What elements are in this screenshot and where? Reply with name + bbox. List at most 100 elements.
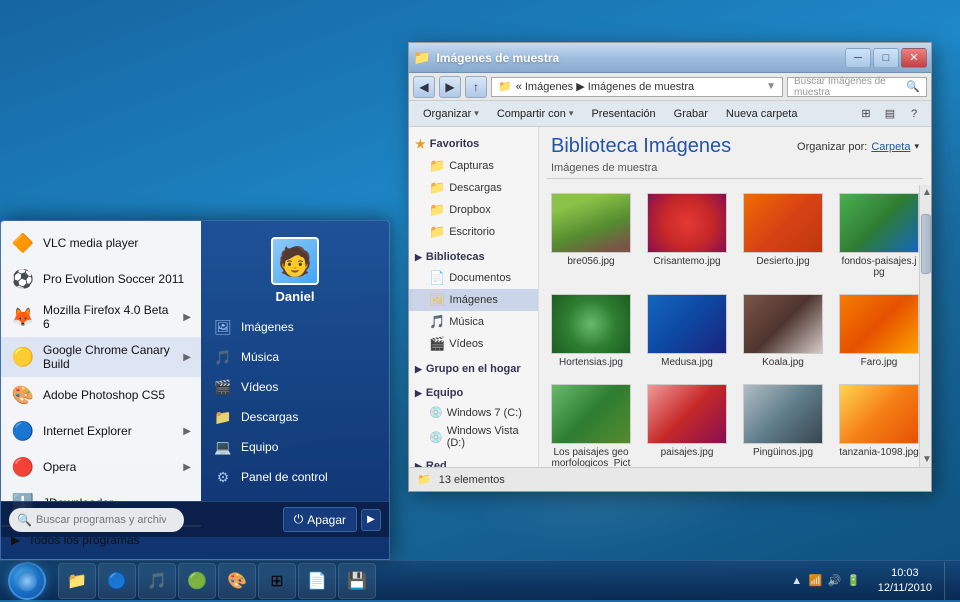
taskbar-item-media[interactable]: 🎵 bbox=[138, 563, 176, 599]
image-name: Medusa.jpg bbox=[661, 357, 713, 368]
tray-volume-icon[interactable]: 🔊 bbox=[827, 573, 843, 589]
new-folder-button[interactable]: Nueva carpeta bbox=[718, 106, 806, 122]
up-button[interactable]: ↑ bbox=[465, 76, 487, 98]
nav-item-capturas[interactable]: 📁 Capturas bbox=[409, 155, 538, 177]
start-menu-top: 🔶 VLC media player ⚽ Pro Evolution Socce… bbox=[1, 221, 389, 501]
smi-chrome[interactable]: 🟡 Google Chrome Canary Build ▶ bbox=[1, 337, 201, 377]
opera-icon: 🔴 bbox=[11, 455, 35, 479]
right-videos[interactable]: 🎬 Vídeos bbox=[201, 372, 389, 402]
search-icon: 🔍 bbox=[17, 513, 32, 527]
image-name: fondos-paisajes.jpg bbox=[839, 256, 919, 278]
image-thumb bbox=[743, 384, 823, 444]
start-button[interactable] bbox=[0, 561, 54, 601]
taskbar-item-spotify[interactable]: 🟢 bbox=[178, 563, 216, 599]
search-input[interactable] bbox=[36, 514, 166, 526]
library-title: Biblioteca Imágenes bbox=[551, 135, 731, 158]
smi-photoshop[interactable]: 🎨 Adobe Photoshop CS5 bbox=[1, 377, 201, 413]
tray-arrow-icon[interactable]: ▲ bbox=[789, 573, 805, 589]
user-avatar[interactable]: 🧑 bbox=[271, 237, 319, 285]
image-item-5[interactable]: Medusa.jpg bbox=[643, 290, 731, 372]
close-button[interactable]: ✕ bbox=[901, 48, 927, 68]
help-button[interactable]: ? bbox=[903, 104, 925, 124]
power-button[interactable]: ⏻ Apagar bbox=[283, 507, 357, 532]
power-arrow-button[interactable]: ▶ bbox=[361, 509, 381, 531]
image-item-4[interactable]: Hortensias.jpg bbox=[547, 290, 635, 372]
nav-item-escritorio[interactable]: 📁 Escritorio bbox=[409, 221, 538, 243]
image-item-10[interactable]: Pingüinos.jpg bbox=[739, 380, 827, 467]
grid-icon: ⊞ bbox=[267, 571, 287, 591]
record-button[interactable]: Grabar bbox=[666, 106, 716, 122]
organize-by-link[interactable]: Carpeta bbox=[871, 141, 910, 153]
taskbar-item-grid[interactable]: ⊞ bbox=[258, 563, 296, 599]
nav-item-win7[interactable]: 💿 Windows 7 (C:) bbox=[409, 403, 538, 422]
image-item-2[interactable]: Desierto.jpg bbox=[739, 189, 827, 282]
favorites-section[interactable]: ★ Favoritos bbox=[409, 133, 538, 155]
image-name: Koala.jpg bbox=[762, 357, 804, 368]
organize-button[interactable]: Organizar ▾ bbox=[415, 106, 487, 122]
search-icon[interactable]: 🔍 bbox=[906, 80, 920, 93]
computer-section[interactable]: ▶ Equipo bbox=[409, 383, 538, 403]
view-toggle-button[interactable]: ⊞ bbox=[855, 104, 877, 124]
show-desktop-button[interactable] bbox=[944, 562, 952, 600]
clock-time: 10:03 bbox=[891, 566, 919, 580]
share-button[interactable]: Compartir con ▾ bbox=[489, 106, 582, 122]
power-icon: ⏻ bbox=[294, 512, 304, 527]
homegroup-section[interactable]: ▶ Grupo en el hogar bbox=[409, 359, 538, 379]
preview-pane-button[interactable]: ▤ bbox=[879, 104, 901, 124]
taskbar-item-doc[interactable]: 📄 bbox=[298, 563, 336, 599]
nav-item-documentos[interactable]: 📄 Documentos bbox=[409, 267, 538, 289]
back-button[interactable]: ◀ bbox=[413, 76, 435, 98]
image-item-7[interactable]: Faro.jpg bbox=[835, 290, 919, 372]
taskbar-item-ie[interactable]: 🔵 bbox=[98, 563, 136, 599]
start-orb[interactable] bbox=[8, 562, 46, 600]
taskbar-clock[interactable]: 10:03 12/11/2010 bbox=[870, 566, 940, 595]
image-item-9[interactable]: paisajes.jpg bbox=[643, 380, 731, 467]
window-title: Imágenes de muestra bbox=[432, 51, 843, 65]
image-item-1[interactable]: Crisantemo.jpg bbox=[643, 189, 731, 282]
right-panel-control[interactable]: ⚙ Panel de control bbox=[201, 462, 389, 492]
presentation-button[interactable]: Presentación bbox=[583, 106, 663, 122]
search-field[interactable]: Buscar Imágenes de muestra 🔍 bbox=[787, 77, 927, 97]
minimize-button[interactable]: ─ bbox=[845, 48, 871, 68]
taskbar-item-explorer[interactable]: 📁 bbox=[58, 563, 96, 599]
nav-item-dropbox[interactable]: 📁 Dropbox bbox=[409, 199, 538, 221]
right-equipo[interactable]: 💻 Equipo bbox=[201, 432, 389, 462]
tray-battery-icon[interactable]: 🔋 bbox=[846, 573, 862, 589]
image-item-6[interactable]: Koala.jpg bbox=[739, 290, 827, 372]
pinned-apps: 🔶 VLC media player ⚽ Pro Evolution Socce… bbox=[1, 221, 201, 526]
smi-opera[interactable]: 🔴 Opera ▶ bbox=[1, 449, 201, 485]
taskbar-item-storage[interactable]: 💾 bbox=[338, 563, 376, 599]
nav-item-musica[interactable]: 🎵 Música bbox=[409, 311, 538, 333]
smi-firefox[interactable]: 🦊 Mozilla Firefox 4.0 Beta 6 ▶ bbox=[1, 297, 201, 337]
libraries-section[interactable]: ▶ Bibliotecas bbox=[409, 247, 538, 267]
vlc-icon: 🔶 bbox=[11, 231, 35, 255]
smi-pes[interactable]: ⚽ Pro Evolution Soccer 2011 bbox=[1, 261, 201, 297]
start-menu: 🔶 VLC media player ⚽ Pro Evolution Socce… bbox=[0, 220, 390, 560]
tray-network-icon[interactable]: 📶 bbox=[808, 573, 824, 589]
forward-button[interactable]: ▶ bbox=[439, 76, 461, 98]
scrollbar-thumb[interactable] bbox=[921, 214, 931, 274]
nav-item-videos[interactable]: 🎬 Vídeos bbox=[409, 333, 538, 355]
search-box[interactable]: 🔍 bbox=[9, 508, 184, 532]
image-item-8[interactable]: Los paisajes geomorfologicos_Picture3.jp… bbox=[547, 380, 635, 467]
nav-item-descargas[interactable]: 📁 Descargas bbox=[409, 177, 538, 199]
right-imagenes[interactable]: 🖼 Imágenes bbox=[201, 312, 389, 342]
nav-item-imagenes[interactable]: 🖼 Imágenes bbox=[409, 289, 538, 311]
address-field[interactable]: 📁 « Imágenes ▶ Imágenes de muestra ▼ bbox=[491, 77, 783, 97]
address-text: « Imágenes ▶ Imágenes de muestra bbox=[516, 80, 694, 93]
image-name: Desierto.jpg bbox=[756, 256, 809, 267]
smi-vlc[interactable]: 🔶 VLC media player bbox=[1, 225, 201, 261]
scrollbar[interactable]: ▲ ▼ bbox=[919, 185, 931, 467]
image-item-3[interactable]: fondos-paisajes.jpg bbox=[835, 189, 919, 282]
image-item-0[interactable]: bre056.jpg bbox=[547, 189, 635, 282]
maximize-button[interactable]: □ bbox=[873, 48, 899, 68]
smi-ie[interactable]: 🔵 Internet Explorer ▶ bbox=[1, 413, 201, 449]
image-thumb bbox=[551, 193, 631, 253]
right-musica[interactable]: 🎵 Música bbox=[201, 342, 389, 372]
explorer-content: Biblioteca Imágenes Organizar por: Carpe… bbox=[539, 127, 931, 467]
taskbar-item-photoshop[interactable]: 🎨 bbox=[218, 563, 256, 599]
network-section[interactable]: ▶ Red bbox=[409, 456, 538, 467]
image-item-11[interactable]: tanzania-1098.jpg bbox=[835, 380, 919, 467]
right-descargas[interactable]: 📁 Descargas bbox=[201, 402, 389, 432]
nav-item-vista[interactable]: 💿 Windows Vista (D:) bbox=[409, 422, 538, 452]
